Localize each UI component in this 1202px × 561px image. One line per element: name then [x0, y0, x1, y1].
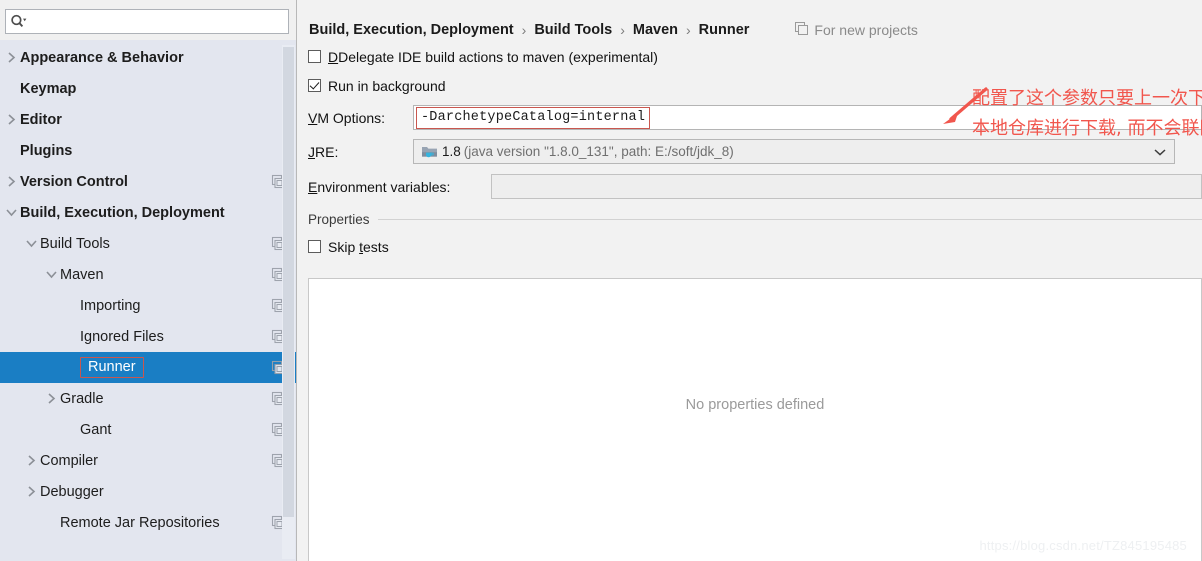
chevron-right-icon	[2, 176, 20, 187]
skip-tests-row[interactable]: Skip tests	[297, 232, 1202, 261]
sidebar-item-remote-jar-repositories[interactable]: Remote Jar Repositories	[0, 507, 296, 538]
sidebar-item-label: Compiler	[40, 452, 99, 469]
sidebar-item-gradle[interactable]: Gradle	[0, 383, 296, 414]
settings-dialog: Appearance & Behavior Keymap Editor Plugins…	[0, 0, 1202, 561]
watermark: https://blog.csdn.net/TZ845195485	[979, 538, 1187, 553]
sidebar-item-label: Runner	[80, 357, 270, 378]
settings-tree[interactable]: Appearance & Behavior Keymap Editor Plugins…	[0, 40, 296, 556]
delegate-ide-build-label: DDelegate IDE build actions to maven (ex…	[328, 48, 658, 65]
chevron-down-icon	[42, 269, 60, 280]
sidebar-item-build-tools[interactable]: Build Tools	[0, 228, 296, 259]
breadcrumb-separator: ›	[521, 21, 527, 38]
properties-section-header: Properties	[297, 212, 1202, 227]
chevron-right-icon	[22, 455, 40, 466]
chevron-right-icon	[22, 486, 40, 497]
delegate-ide-build-row[interactable]: DDelegate IDE build actions to maven (ex…	[297, 42, 1202, 71]
skip-tests-checkbox[interactable]	[308, 240, 321, 253]
jre-row: JRE: 1.8 (java version "1.8.0_131", path…	[297, 139, 1202, 164]
breadcrumb-separator: ›	[620, 21, 625, 38]
environment-variables-input[interactable]	[491, 174, 1202, 199]
properties-section-label: Properties	[308, 212, 370, 227]
sidebar-item-label: Remote Jar Repositories	[60, 514, 220, 531]
sidebar-item-ignored-files[interactable]: Ignored Files	[0, 321, 296, 352]
environment-variables-label: Environment variables:	[308, 178, 451, 195]
sidebar-item-label: Build Tools	[40, 235, 110, 252]
breadcrumb-item-3[interactable]: Runner	[699, 22, 750, 38]
skip-tests-label: Skip tests	[328, 238, 389, 255]
chevron-right-icon	[2, 52, 20, 63]
sidebar-item-label: Build, Execution, Deployment	[20, 204, 225, 221]
environment-variables-row: Environment variables:	[297, 174, 1202, 199]
copy-icon	[795, 21, 809, 38]
sidebar-item-label: Ignored Files	[80, 328, 164, 345]
vm-options-input[interactable]: -DarchetypeCatalog=internal	[413, 105, 1202, 130]
vm-options-label: VM Options:	[308, 109, 386, 126]
jre-combobox[interactable]: 1.8 (java version "1.8.0_131", path: E:/…	[413, 139, 1175, 164]
sidebar-item-importing[interactable]: Importing	[0, 290, 296, 321]
section-divider	[377, 219, 1202, 220]
sidebar-item-label: Editor	[20, 111, 62, 128]
chevron-down-icon	[2, 207, 20, 218]
jre-label: JRE:	[308, 143, 339, 160]
run-in-background-label: Run in background	[328, 77, 446, 94]
breadcrumb-item-2[interactable]: Maven	[633, 22, 678, 38]
chevron-down-icon[interactable]	[1154, 140, 1166, 163]
delegate-label-text: Delegate IDE build actions to maven (exp…	[338, 48, 658, 65]
search-box[interactable]	[5, 9, 289, 34]
properties-table[interactable]: No properties defined https://blog.csdn.…	[308, 278, 1202, 561]
sidebar-search-area	[0, 0, 296, 40]
breadcrumb-separator: ›	[686, 21, 691, 38]
sidebar-item-build-execution-deployment[interactable]: Build, Execution, Deployment	[0, 197, 296, 228]
for-new-projects-indicator[interactable]: For new projects	[795, 21, 918, 38]
sidebar-item-version-control[interactable]: Version Control	[0, 166, 296, 197]
sidebar-item-debugger[interactable]: Debugger	[0, 476, 296, 507]
sidebar-item-runner[interactable]: Runner	[0, 352, 296, 383]
run-in-background-row[interactable]: Run in background	[297, 71, 1202, 100]
sidebar-item-label: Gant	[80, 421, 112, 438]
sidebar-item-appearance-behavior[interactable]: Appearance & Behavior	[0, 42, 296, 73]
delegate-ide-build-checkbox[interactable]	[308, 50, 321, 63]
run-in-background-checkbox[interactable]	[308, 79, 321, 92]
for-new-projects-label: For new projects	[814, 21, 918, 38]
sidebar-item-label: Version Control	[20, 173, 128, 190]
sidebar-item-compiler[interactable]: Compiler	[0, 445, 296, 476]
search-input[interactable]	[30, 11, 288, 32]
sidebar-scrollbar-thumb[interactable]	[283, 47, 294, 517]
chevron-right-icon	[2, 114, 20, 125]
settings-main-panel: Build, Execution, Deployment › Build Too…	[297, 0, 1202, 561]
settings-sidebar: Appearance & Behavior Keymap Editor Plugins…	[0, 0, 297, 561]
chevron-down-icon	[22, 238, 40, 249]
jdk-folder-icon	[421, 144, 438, 159]
sidebar-item-label: Plugins	[20, 142, 73, 159]
sidebar-item-gant[interactable]: Gant	[0, 414, 296, 445]
search-icon	[10, 13, 30, 31]
sidebar-item-keymap[interactable]: Keymap	[0, 73, 296, 104]
jre-description: (java version "1.8.0_131", path: E:/soft…	[463, 144, 734, 159]
sidebar-item-plugins[interactable]: Plugins	[0, 135, 296, 166]
breadcrumb: Build, Execution, Deployment › Build Too…	[297, 0, 1202, 42]
sidebar-item-label: Appearance & Behavior	[20, 49, 184, 66]
vm-options-value: -DarchetypeCatalog=internal	[416, 106, 651, 129]
vm-options-row: VM Options: -DarchetypeCatalog=internal	[297, 105, 1202, 130]
sidebar-item-label: Keymap	[20, 80, 77, 97]
sidebar-item-label: Maven	[60, 266, 104, 283]
sidebar-item-label: Gradle	[60, 390, 104, 407]
sidebar-item-label: Runner	[80, 357, 144, 378]
properties-empty-text: No properties defined	[685, 397, 825, 413]
sidebar-item-editor[interactable]: Editor	[0, 104, 296, 135]
chevron-right-icon	[42, 393, 60, 404]
sidebar-item-label: Importing	[80, 297, 141, 314]
sidebar-item-maven[interactable]: Maven	[0, 259, 296, 290]
sidebar-item-label: Debugger	[40, 483, 104, 500]
jre-version: 1.8	[442, 144, 461, 159]
breadcrumb-item-1[interactable]: Build Tools	[534, 22, 612, 38]
breadcrumb-item-0[interactable]: Build, Execution, Deployment	[309, 22, 514, 38]
